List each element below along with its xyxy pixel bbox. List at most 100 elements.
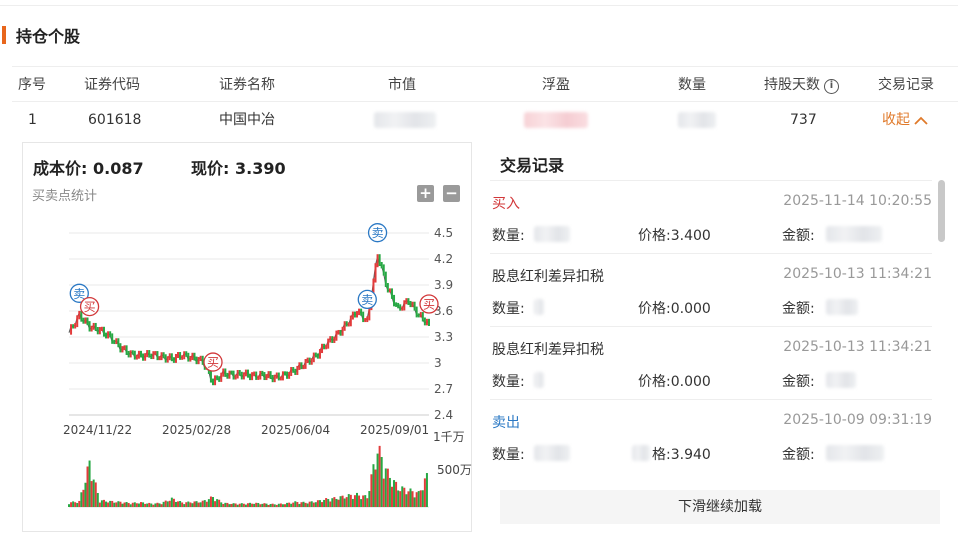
volume-bar	[413, 497, 416, 507]
volume-bar	[160, 504, 163, 507]
volume-bar	[372, 464, 375, 507]
sell-marker-label: 卖	[73, 287, 85, 301]
load-more-button[interactable]: 下滑继续加载	[500, 490, 940, 524]
price-candle	[380, 261, 383, 269]
price-candle	[411, 301, 414, 308]
price-candle	[277, 372, 280, 381]
volume-bar	[234, 503, 237, 507]
price-candle	[403, 300, 406, 311]
volume-bar	[341, 495, 344, 507]
list-item[interactable]: 股息红利差异扣税 2025-10-13 11:34:21 数量: 价格:0.00…	[490, 327, 932, 400]
volume-bar	[349, 494, 352, 507]
volume-bar	[249, 502, 252, 507]
x-tick-label: 2025/09/01	[360, 423, 429, 437]
price-candle	[109, 331, 112, 338]
volume-bar	[119, 501, 122, 507]
price-candle	[172, 357, 175, 363]
volume-bar	[166, 501, 169, 507]
volume-bar	[290, 503, 293, 507]
volume-bar	[310, 501, 313, 507]
price-candle	[88, 321, 91, 332]
price-candle	[327, 338, 330, 349]
price-candle	[294, 368, 297, 375]
price-candle	[214, 375, 217, 386]
section-accent-bar	[2, 26, 6, 44]
price-candle	[265, 374, 268, 381]
record-price-value: 3.400	[670, 228, 711, 244]
volume-bar	[417, 491, 420, 507]
price-candle	[191, 352, 194, 360]
top-divider	[0, 0, 958, 6]
price-candle	[255, 371, 258, 380]
x-tick-label: 2024/11/22	[63, 423, 132, 437]
price-candle	[125, 345, 128, 355]
x-tick-label: 2025/02/28	[162, 423, 231, 437]
volume-bar	[242, 503, 245, 507]
price-candle	[251, 372, 254, 381]
price-candle	[179, 352, 182, 360]
volume-bar	[92, 479, 95, 507]
price-candle	[296, 365, 299, 375]
volume-bar	[318, 500, 321, 507]
volume-bar	[216, 499, 219, 507]
volume-bar	[207, 499, 210, 507]
collapse-button[interactable]: 收起	[882, 102, 928, 138]
record-type: 买入	[492, 196, 520, 212]
price-candle	[362, 311, 365, 323]
section-header: 持仓个股	[2, 24, 80, 46]
list-item[interactable]: 买入 2025-11-14 10:20:55 数量: 价格:3.400 金额:	[490, 181, 932, 254]
record-amount-label: 金额:	[782, 447, 815, 463]
price-candle	[129, 350, 132, 358]
volume-bar	[105, 501, 108, 507]
y-tick-label: 4.5	[434, 226, 453, 240]
record-price: 价格:0.000	[638, 371, 711, 391]
volume-bar	[360, 499, 363, 507]
scrollbar[interactable]	[938, 180, 945, 242]
price-candle	[158, 356, 161, 361]
price-candle	[337, 329, 340, 335]
volume-bar	[86, 466, 89, 507]
price-candle	[177, 352, 180, 359]
price-candle	[263, 372, 266, 381]
table-row[interactable]: 1 601618 中国中冶 737 收起	[12, 102, 958, 138]
volume-bar	[411, 491, 414, 507]
price-candle	[323, 343, 326, 350]
trade-records-list[interactable]: 买入 2025-11-14 10:20:55 数量: 价格:3.400 金额: …	[490, 180, 932, 472]
volume-bar	[366, 498, 369, 507]
price-candle	[119, 343, 122, 353]
volume-bar	[82, 489, 85, 507]
record-type: 股息红利差异扣税	[492, 342, 604, 358]
list-item[interactable]: 卖出 2025-10-09 09:31:19 数量: 格:3.940 金额:	[490, 400, 932, 472]
volume-bar	[403, 487, 406, 507]
price-candle	[144, 353, 147, 361]
price-candle	[146, 350, 149, 358]
price-candle	[358, 308, 361, 316]
price-candle	[98, 326, 101, 335]
volume-bar	[230, 503, 233, 507]
price-candle	[152, 351, 155, 360]
volume-bar	[212, 497, 214, 507]
info-icon[interactable]: i	[824, 79, 839, 94]
header-holding-days-label: 持股天数	[764, 77, 820, 93]
price-candle	[201, 355, 204, 365]
volume-bar	[238, 503, 241, 507]
list-item[interactable]: 股息红利差异扣税 2025-10-13 11:34:21 数量: 价格:0.00…	[490, 254, 932, 327]
volume-bar	[111, 500, 114, 507]
price-candle	[82, 317, 85, 324]
volume-bar	[140, 502, 142, 507]
y-tick-label: 2.4	[434, 408, 453, 422]
price-candle	[279, 376, 282, 381]
volume-bar	[286, 502, 289, 507]
price-candle	[209, 369, 212, 383]
volume-bar	[314, 502, 317, 507]
price-volume-chart[interactable]: 4.54.23.93.63.332.72.42024/11/22 2025/02/…	[23, 143, 473, 533]
price-candle	[111, 333, 114, 344]
header-floating-profit: 浮盈	[542, 77, 570, 93]
volume-bar	[222, 503, 225, 507]
volume-bar	[421, 490, 424, 507]
volume-bar	[329, 501, 332, 507]
price-candle	[76, 315, 79, 328]
price-candle	[329, 336, 332, 343]
masked-amount	[826, 445, 884, 461]
volume-bar	[382, 478, 385, 507]
